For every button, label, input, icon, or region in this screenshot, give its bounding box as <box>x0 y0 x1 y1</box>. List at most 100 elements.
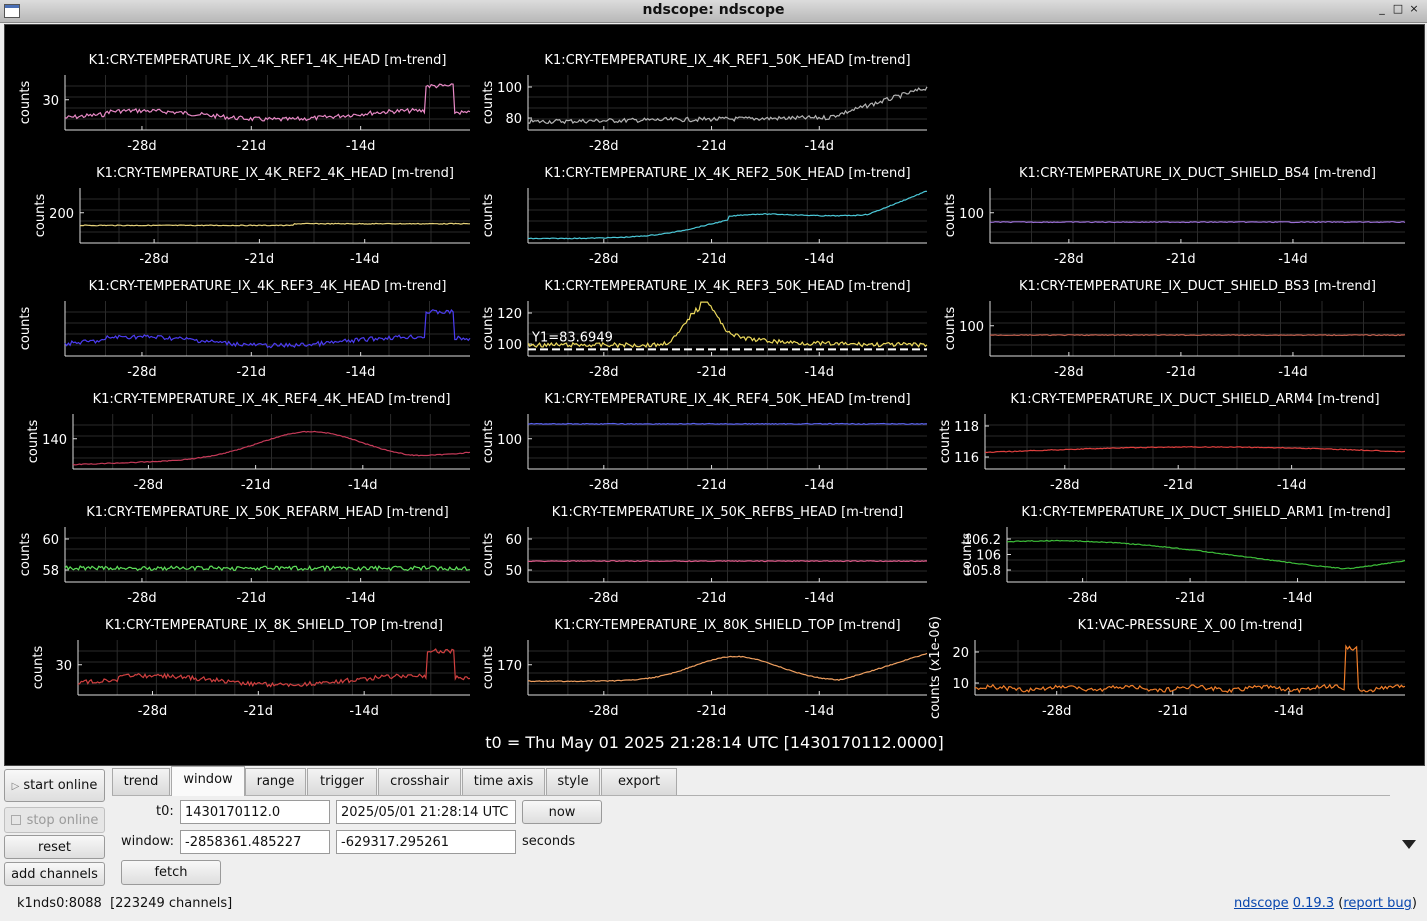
server-address: k1nds0:8088 <box>17 896 102 911</box>
plot-title: K1:CRY-TEMPERATURE_IX_50K_REFARM_HEAD [m… <box>86 505 449 520</box>
maximize-icon[interactable]: □ <box>1390 2 1406 15</box>
y-axis-label: counts <box>481 307 496 351</box>
minimize-icon[interactable]: _ <box>1374 2 1390 15</box>
y-axis-label: counts <box>481 533 496 577</box>
window-start-input[interactable] <box>180 830 330 854</box>
tab-trigger[interactable]: trigger <box>307 768 377 795</box>
plot-panel[interactable]: K1:CRY-TEMPERATURE_IX_DUCT_SHIELD_ARM4 [… <box>938 392 1406 493</box>
tab-window[interactable]: window <box>171 766 245 796</box>
tab-range[interactable]: range <box>245 768 306 795</box>
plot-panel[interactable]: K1:CRY-TEMPERATURE_IX_4K_REF2_4K_HEAD [m… <box>33 166 470 267</box>
x-tick-label: -21d <box>244 704 274 719</box>
y-axis-label: counts (x1e-06) <box>928 616 943 719</box>
report-bug-link[interactable]: report bug <box>1343 896 1412 911</box>
x-tick-label: -28d <box>589 478 619 493</box>
y-tick-label: 20 <box>952 646 969 661</box>
y-tick-label: 60 <box>505 533 522 548</box>
plot-panel[interactable]: K1:CRY-TEMPERATURE_IX_4K_REF4_50K_HEAD [… <box>481 392 928 493</box>
y-axis-label: counts <box>33 194 48 238</box>
x-tick-label: -21d <box>697 704 727 719</box>
y-axis-label: counts <box>26 420 41 464</box>
y-tick-label: 100 <box>959 320 984 335</box>
fetch-button[interactable]: fetch <box>121 860 221 885</box>
x-tick-label: -21d <box>237 365 267 380</box>
ndscope-link[interactable]: ndscope <box>1234 896 1289 911</box>
add-channels-button[interactable]: add channels <box>4 862 105 886</box>
y-tick-label: 60 <box>42 533 59 548</box>
x-tick-label: -14d <box>1283 591 1313 606</box>
x-tick-label: -14d <box>1278 252 1308 267</box>
plot-panel[interactable]: K1:CRY-TEMPERATURE_IX_DUCT_SHIELD_BS3 [m… <box>943 279 1406 380</box>
x-tick-label: -21d <box>697 252 727 267</box>
chevron-down-icon[interactable] <box>1402 840 1416 849</box>
plot-panel[interactable]: K1:CRY-TEMPERATURE_IX_4K_REF1_50K_HEAD [… <box>481 53 928 154</box>
version-link[interactable]: 0.19.3 <box>1293 896 1334 911</box>
plot-title: K1:VAC-PRESSURE_X_00 [m-trend] <box>1078 618 1303 633</box>
tab-time-axis[interactable]: time axis <box>462 768 545 795</box>
t0-utc-input[interactable] <box>336 800 516 824</box>
tab-export[interactable]: export <box>601 768 677 795</box>
y-axis-label: counts <box>938 420 953 464</box>
window-titlebar: ndscope: ndscope _ □ × <box>0 0 1427 23</box>
plot-title: K1:CRY-TEMPERATURE_IX_50K_REFBS_HEAD [m-… <box>552 505 904 520</box>
t0-gps-input[interactable] <box>180 800 330 824</box>
stop-icon <box>10 815 21 825</box>
plot-title: K1:CRY-TEMPERATURE_IX_8K_SHIELD_TOP [m-t… <box>105 618 443 633</box>
x-tick-label: -28d <box>127 139 157 154</box>
plot-panel[interactable]: K1:CRY-TEMPERATURE_IX_4K_REF1_4K_HEAD [m… <box>18 53 471 154</box>
reset-button[interactable]: reset <box>4 835 105 859</box>
y-tick-label: 80 <box>505 112 522 127</box>
plot-panel[interactable]: K1:CRY-TEMPERATURE_IX_DUCT_SHIELD_ARM1 [… <box>960 505 1406 606</box>
plot-title: K1:CRY-TEMPERATURE_IX_DUCT_SHIELD_ARM4 [… <box>1010 392 1379 407</box>
x-tick-label: -21d <box>697 478 727 493</box>
plot-title: K1:CRY-TEMPERATURE_IX_80K_SHIELD_TOP [m-… <box>554 618 900 633</box>
trace-line <box>989 334 1406 337</box>
plot-panel[interactable]: K1:CRY-TEMPERATURE_IX_4K_REF2_50K_HEAD [… <box>481 166 928 267</box>
t0-field-label: t0: <box>156 804 174 819</box>
paren-open: ( <box>1334 896 1344 911</box>
plot-panel[interactable]: K1:CRY-TEMPERATURE_IX_50K_REFBS_HEAD [m-… <box>481 505 928 606</box>
status-bar: k1nds0:8088 [223249 channels] <box>17 896 232 911</box>
y-tick-label: 200 <box>49 207 74 222</box>
x-tick-label: -28d <box>589 704 619 719</box>
plot-panel[interactable]: K1:CRY-TEMPERATURE_IX_DUCT_SHIELD_BS4 [m… <box>943 166 1406 267</box>
x-tick-label: -28d <box>1054 365 1084 380</box>
now-button[interactable]: now <box>522 800 602 824</box>
plot-panel[interactable]: K1:CRY-TEMPERATURE_IX_4K_REF3_50K_HEAD [… <box>481 279 928 380</box>
y-axis-label: counts <box>18 81 33 125</box>
plot-panel[interactable]: K1:VAC-PRESSURE_X_00 [m-trend] counts (x1… <box>928 616 1406 719</box>
tab-crosshair[interactable]: crosshair <box>378 768 461 795</box>
plot-title: K1:CRY-TEMPERATURE_IX_4K_REF1_50K_HEAD [… <box>544 53 910 68</box>
x-tick-label: -28d <box>1042 704 1072 719</box>
y-tick-label: 100 <box>497 338 522 353</box>
y-tick-label: 100 <box>959 207 984 222</box>
window-end-input[interactable] <box>336 830 516 854</box>
y-tick-label: 120 <box>497 307 522 322</box>
plot-panel[interactable]: K1:CRY-TEMPERATURE_IX_50K_REFARM_HEAD [m… <box>18 505 471 606</box>
plot-title: K1:CRY-TEMPERATURE_IX_4K_REF1_4K_HEAD [m… <box>89 53 447 68</box>
tab-style[interactable]: style <box>546 768 600 795</box>
close-icon[interactable]: × <box>1406 2 1422 15</box>
stop-online-button[interactable]: stop online <box>4 807 105 833</box>
tab-trend[interactable]: trend <box>112 768 170 795</box>
start-online-button[interactable]: ▷ start online <box>4 769 105 802</box>
x-tick-label: -21d <box>697 591 727 606</box>
y-tick-label: 50 <box>505 564 522 579</box>
y-tick-label: 100 <box>497 433 522 448</box>
x-tick-label: -21d <box>237 139 267 154</box>
x-tick-label: -28d <box>127 591 157 606</box>
plot-panel[interactable]: K1:CRY-TEMPERATURE_IX_80K_SHIELD_TOP [m-… <box>481 618 928 719</box>
y-axis-label: counts <box>18 533 33 577</box>
plot-panel[interactable]: K1:CRY-TEMPERATURE_IX_4K_REF3_4K_HEAD [m… <box>18 279 471 380</box>
x-tick-label: -21d <box>241 478 271 493</box>
version-info: ndscope 0.19.3 (report bug) <box>1234 896 1417 911</box>
y-axis-label: counts <box>943 194 958 238</box>
plot-area[interactable]: K1:CRY-TEMPERATURE_IX_4K_REF1_4K_HEAD [m… <box>4 24 1425 766</box>
plot-panel[interactable]: K1:CRY-TEMPERATURE_IX_4K_REF4_4K_HEAD [m… <box>26 392 471 493</box>
plot-title: K1:CRY-TEMPERATURE_IX_DUCT_SHIELD_ARM1 [… <box>1021 505 1390 520</box>
plot-grid[interactable]: K1:CRY-TEMPERATURE_IX_4K_REF1_4K_HEAD [m… <box>5 25 1424 725</box>
x-tick-label: -14d <box>805 365 835 380</box>
x-tick-label: -28d <box>589 252 619 267</box>
plot-panel[interactable]: K1:CRY-TEMPERATURE_IX_8K_SHIELD_TOP [m-t… <box>31 618 471 719</box>
x-tick-label: -21d <box>1175 591 1205 606</box>
